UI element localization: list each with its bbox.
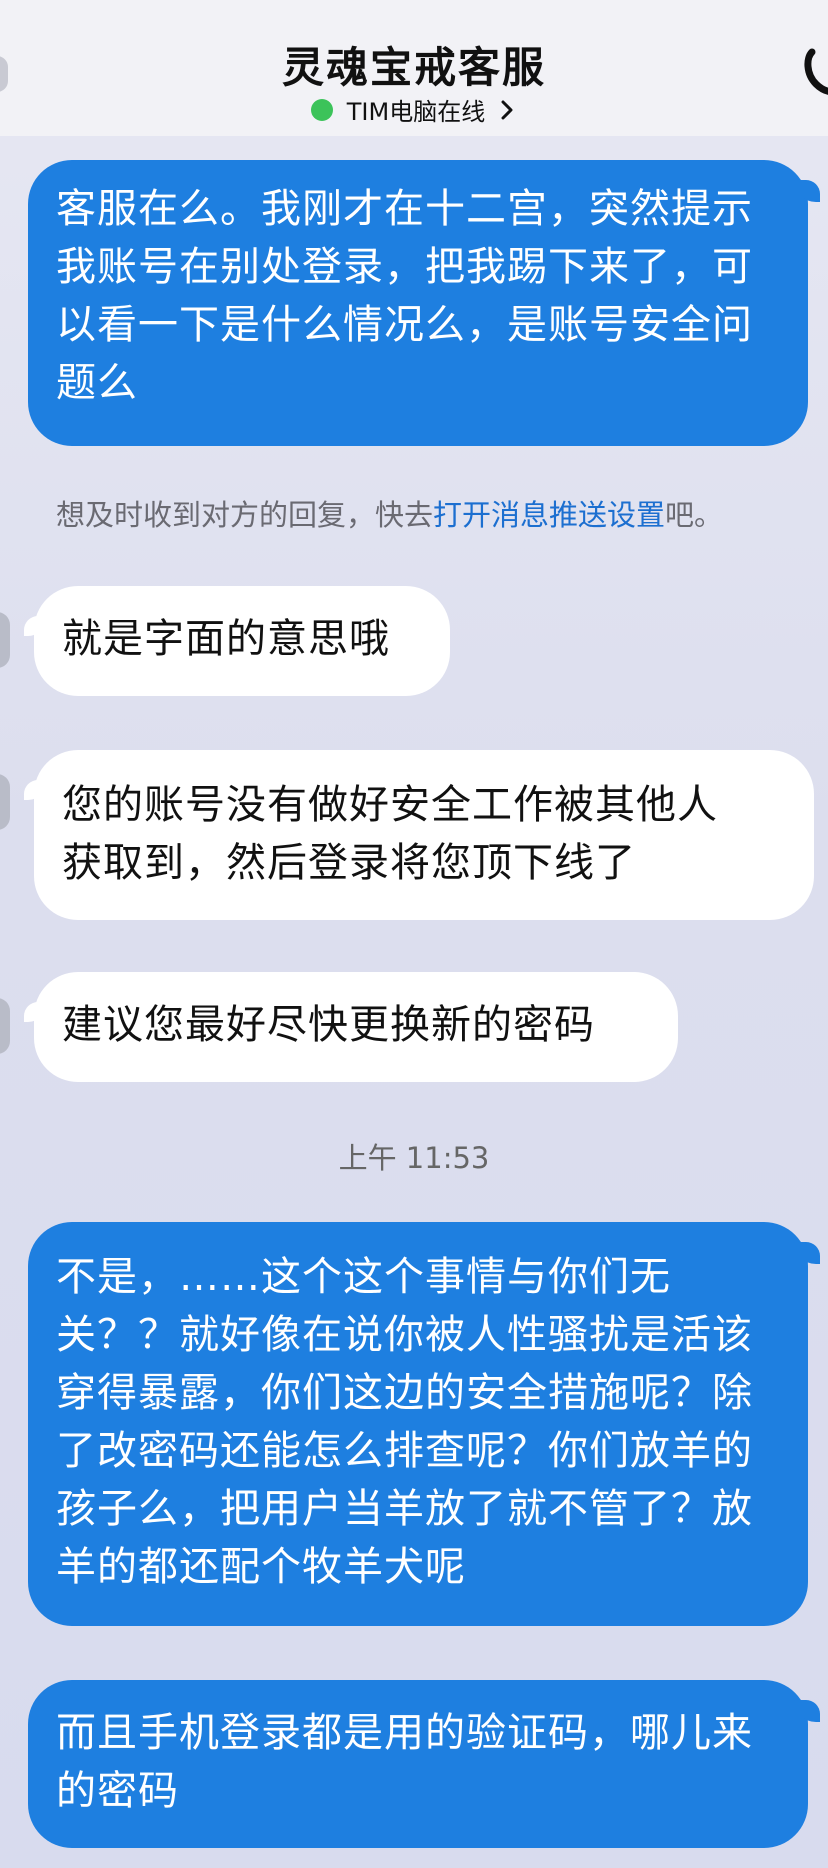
- chat-title[interactable]: 灵魂宝戒客服: [0, 34, 828, 95]
- push-notice: 想及时收到对方的回复，快去打开消息推送设置吧。: [56, 492, 723, 534]
- message-text: 建议您最好尽快更换新的密码: [62, 1002, 595, 1048]
- online-status[interactable]: TIM电脑在线: [0, 92, 828, 127]
- message-text-line: 获取到，然后登录将您顶下线了: [62, 840, 636, 886]
- message-incoming[interactable]: 就是字面的意思哦: [24, 586, 450, 696]
- avatar[interactable]: [0, 612, 10, 668]
- message-incoming[interactable]: 您的账号没有做好安全工作被其他人 获取到，然后登录将您顶下线了: [24, 750, 814, 920]
- chat-screen: 灵魂宝戒客服 TIM电脑在线 客服在么。我刚才在十二宫，突然提示我账号在别处登录…: [0, 0, 828, 1868]
- message-text: 不是，……这个这个事情与你们无关？？就好像在说你被人性骚扰是活该穿得暴露，你们这…: [56, 1254, 753, 1590]
- online-dot-icon: [310, 98, 333, 121]
- message-outgoing[interactable]: 不是，……这个这个事情与你们无关？？就好像在说你被人性骚扰是活该穿得暴露，你们这…: [28, 1222, 820, 1626]
- online-status-label: TIM电脑在线: [346, 98, 486, 126]
- message-outgoing[interactable]: 而且手机登录都是用的验证码，哪儿来的密码: [28, 1680, 820, 1848]
- phone-call-icon[interactable]: [802, 48, 828, 98]
- open-push-settings-link[interactable]: 打开消息推送设置: [433, 498, 665, 532]
- message-outgoing[interactable]: 客服在么。我刚才在十二宫，突然提示我账号在别处登录，把我踢下来了，可以看一下是什…: [28, 160, 820, 446]
- message-timestamp: 上午 11:53: [338, 1141, 490, 1175]
- message-text: 客服在么。我刚才在十二宫，突然提示我账号在别处登录，把我踢下来了，可以看一下是什…: [56, 186, 753, 406]
- chat-header: 灵魂宝戒客服 TIM电脑在线: [0, 0, 828, 136]
- avatar[interactable]: [0, 774, 10, 830]
- message-text-line: 您的账号没有做好安全工作被其他人: [62, 782, 718, 828]
- avatar[interactable]: [0, 998, 10, 1054]
- message-text: 而且手机登录都是用的验证码，哪儿来的密码: [56, 1710, 753, 1814]
- message-text: 就是字面的意思哦: [62, 616, 390, 662]
- message-incoming[interactable]: 建议您最好尽快更换新的密码: [24, 972, 678, 1082]
- push-notice-prefix: 想及时收到对方的回复，快去: [56, 498, 434, 532]
- push-notice-suffix: 吧。: [665, 498, 724, 532]
- chevron-right-icon: [501, 100, 513, 119]
